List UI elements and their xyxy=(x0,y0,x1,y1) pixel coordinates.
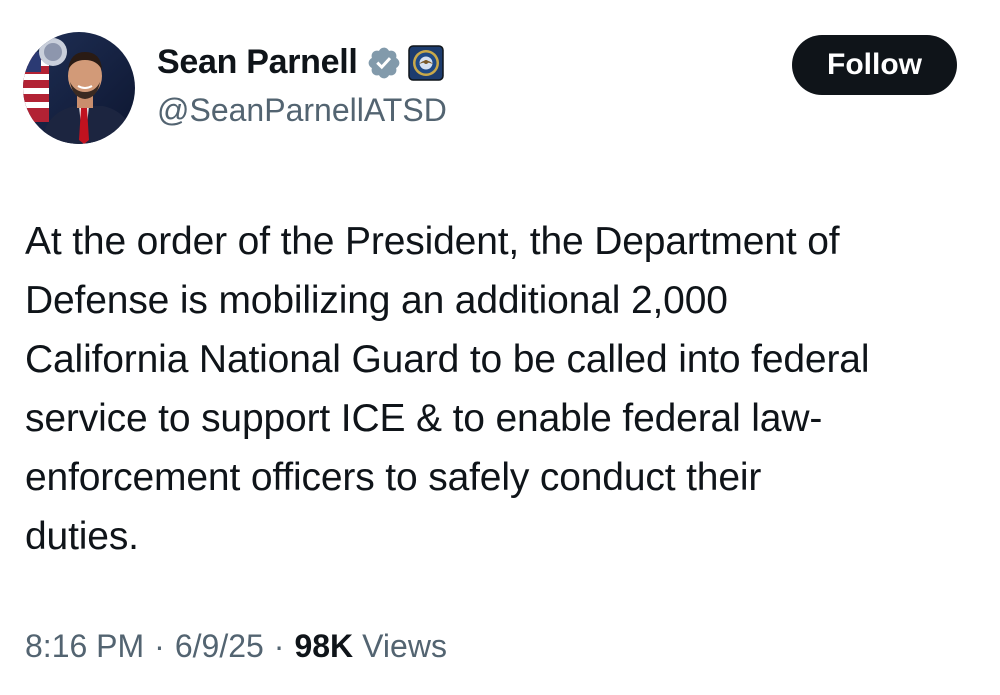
meta-separator: · xyxy=(273,628,285,664)
tweet-time[interactable]: 8:16 PM xyxy=(25,628,144,665)
follow-button[interactable]: Follow xyxy=(792,35,957,95)
views-label: Views xyxy=(362,628,447,664)
tweet-date[interactable]: 6/9/25 xyxy=(175,628,264,665)
author-display-name[interactable]: Sean Parnell xyxy=(157,43,358,82)
author-name-row: Sean Parnell xyxy=(157,43,444,82)
verified-badge-icon[interactable] xyxy=(366,45,402,81)
author-handle[interactable]: @SeanParnellATSD xyxy=(157,92,447,129)
meta-separator: · xyxy=(154,628,165,664)
tweet-meta: 8:16 PM · 6/9/25 · 98K Views xyxy=(25,628,447,665)
avatar[interactable] xyxy=(23,32,135,144)
avatar-photo-icon xyxy=(23,32,135,144)
department-of-defense-seal-icon[interactable] xyxy=(407,44,444,81)
views-count: 98K xyxy=(294,628,354,664)
tweet-text: At the order of the President, the Depar… xyxy=(25,220,870,558)
